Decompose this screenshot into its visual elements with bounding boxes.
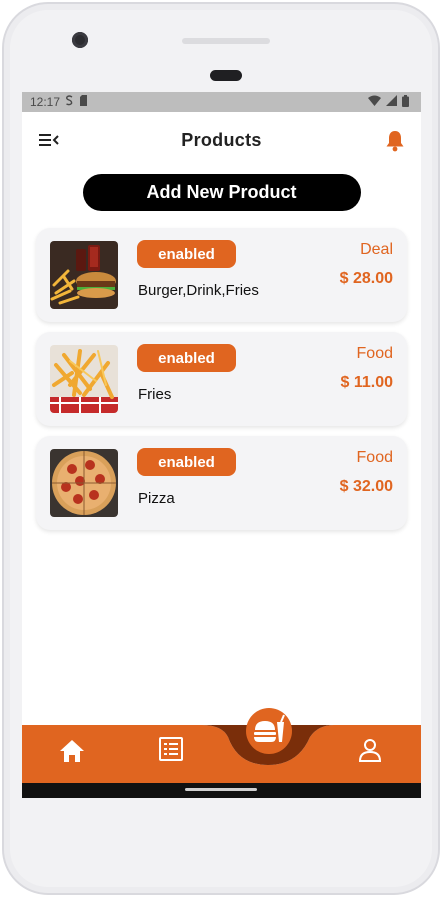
home-icon [60, 740, 84, 762]
speaker-grille [182, 38, 270, 44]
s-notification-icon [65, 95, 74, 109]
wifi-icon [368, 95, 381, 109]
front-camera [72, 32, 88, 48]
bell-icon [386, 131, 404, 152]
combo-meal-image [50, 241, 118, 309]
status-badge: enabled [137, 240, 236, 268]
battery-icon [402, 94, 409, 110]
status-badge: enabled [137, 344, 236, 372]
system-gesture-bar [22, 783, 421, 798]
product-category: Deal [360, 241, 393, 258]
product-card[interactable]: enabled Pizza Food $ 32.00 [36, 436, 407, 530]
add-new-product-button[interactable]: Add New Product [82, 174, 361, 211]
list-icon [159, 737, 183, 761]
nav-food[interactable] [246, 708, 292, 759]
product-price: $ 32.00 [339, 478, 393, 495]
earpiece [210, 70, 242, 81]
product-card[interactable]: enabled Fries Food $ 11.00 [36, 332, 407, 426]
menu-icon [39, 134, 59, 146]
status-badge: enabled [137, 448, 236, 476]
nav-profile[interactable] [358, 738, 382, 767]
bottom-navigation [22, 708, 421, 783]
nav-home[interactable] [59, 739, 85, 768]
status-bar: 12:17 [22, 92, 421, 112]
menu-button[interactable] [39, 132, 59, 148]
product-category: Food [356, 345, 393, 362]
status-time: 12:17 [30, 95, 61, 109]
product-card[interactable]: enabled Burger,Drink,Fries Deal $ 28.00 [36, 228, 407, 322]
app-header: Products [22, 112, 421, 168]
product-category: Food [356, 449, 393, 466]
food-icon [246, 708, 292, 754]
pizza-image [50, 449, 118, 517]
cell-signal-icon [386, 95, 397, 109]
nav-list[interactable] [159, 737, 183, 766]
home-gesture-handle[interactable] [185, 788, 257, 791]
profile-icon [358, 739, 382, 762]
product-price: $ 28.00 [339, 270, 393, 287]
product-name: Fries [138, 386, 172, 403]
page-title: Products [181, 129, 262, 150]
product-name: Pizza [138, 490, 175, 507]
product-name: Burger,Drink,Fries [138, 282, 259, 299]
notifications-button[interactable] [383, 129, 407, 153]
app-screen: 12:17 Products Add New Product enabled B… [22, 92, 421, 798]
sd-card-icon [79, 95, 88, 109]
fries-image [50, 345, 118, 413]
product-list: enabled Burger,Drink,Fries Deal $ 28.00 [22, 211, 421, 530]
product-price: $ 11.00 [340, 374, 394, 391]
